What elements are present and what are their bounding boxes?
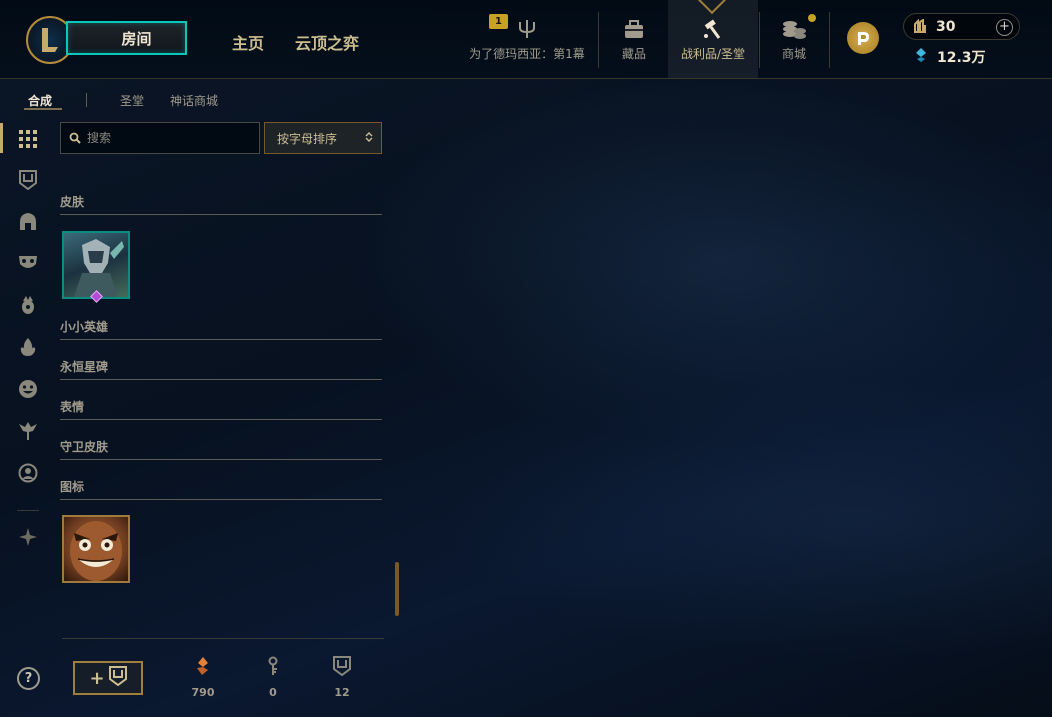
buy-rp-button[interactable]: + [996, 19, 1013, 36]
key-counter: 0 [253, 656, 293, 699]
subnav-divider [86, 93, 87, 107]
category-eternals[interactable]: 永恒星碑 [60, 358, 382, 380]
blue-essence-icon [914, 47, 928, 67]
riot-points-icon [912, 18, 928, 39]
rail-mythic-icon[interactable] [16, 525, 40, 549]
nav-collection[interactable]: 藏品 [604, 0, 664, 78]
rail-divider [17, 510, 39, 511]
nav-store[interactable]: 商城 [764, 0, 824, 78]
pass-logo-icon [858, 32, 869, 45]
search-box[interactable] [60, 122, 260, 154]
help-button[interactable]: ? [17, 667, 40, 690]
loot-label: 战利品/圣堂 [680, 46, 746, 61]
rail-flame-icon[interactable] [16, 335, 40, 359]
rail-mask-icon[interactable] [16, 251, 40, 275]
rail-profile-icon[interactable] [16, 461, 40, 485]
play-button[interactable]: 房间 [66, 21, 187, 55]
chest-value: 12 [334, 686, 350, 699]
tab-sanctum[interactable]: 圣堂 [120, 92, 144, 109]
mission-badge: 1 [489, 14, 508, 29]
category-divider [60, 419, 382, 420]
riot-points-value: 30 [936, 19, 956, 35]
category-skins[interactable]: 皮肤 [60, 193, 382, 215]
key-value: 0 [269, 686, 277, 699]
category-title: 图标 [60, 480, 85, 494]
category-ward-skins[interactable]: 守卫皮肤 [60, 438, 382, 460]
search-input[interactable] [87, 131, 247, 145]
category-emotes[interactable]: 表情 [60, 398, 382, 420]
rail-ward-icon[interactable] [16, 419, 40, 443]
category-title: 小小英雄 [60, 320, 109, 334]
category-divider [60, 379, 382, 380]
nav-tft[interactable]: 云顶之弈 [295, 30, 359, 54]
rail-active-indicator [0, 123, 3, 153]
category-little-legends[interactable]: 小小英雄 [60, 318, 382, 340]
list-scrollbar[interactable] [395, 562, 399, 616]
collection-bag-icon [621, 17, 647, 41]
nav-divider [759, 12, 760, 68]
summoner-icon-tile[interactable] [62, 515, 130, 583]
mission-label: 为了德玛西亚：第1幕 [469, 46, 585, 61]
sort-dropdown[interactable]: 按字母排序 [264, 122, 382, 154]
category-title: 永恒星碑 [60, 360, 109, 374]
trident-icon [514, 17, 540, 41]
chest-counter: 12 [322, 656, 362, 699]
coins-icon [781, 17, 807, 41]
category-divider [60, 339, 382, 340]
category-divider [60, 459, 382, 460]
orange-essence-counter: 790 [183, 656, 223, 699]
hammer-icon [700, 17, 726, 41]
rail-champion-helmet-icon[interactable] [16, 210, 40, 234]
blue-essence-value: 12.3万 [937, 50, 986, 66]
orange-essence-value: 790 [191, 686, 215, 699]
league-logo-icon [42, 28, 58, 52]
nav-home[interactable]: 主页 [232, 30, 264, 54]
tab-crafting[interactable]: 合成 [28, 92, 52, 109]
grinning-face-artwork [70, 521, 122, 581]
chest-icon [333, 656, 351, 680]
sort-label: 按字母排序 [277, 131, 338, 146]
orange-essence-icon [193, 656, 213, 680]
store-label: 商城 [781, 46, 806, 61]
store-notification-dot [808, 14, 816, 22]
rail-emote-face-icon[interactable] [16, 377, 40, 401]
rail-little-legend-icon[interactable] [16, 293, 40, 317]
rail-chest-icon[interactable] [16, 168, 40, 192]
plus-icon: + [89, 667, 105, 689]
category-icons[interactable]: 图标 [60, 478, 382, 500]
category-divider [60, 214, 382, 215]
category-divider [60, 499, 382, 500]
nav-divider [598, 12, 599, 68]
collection-label: 藏品 [621, 46, 646, 61]
category-title: 皮肤 [60, 195, 85, 209]
skin-artwork [74, 239, 124, 297]
key-icon [266, 656, 280, 680]
buy-chest-button[interactable]: + [73, 661, 143, 695]
tab-mythic-shop[interactable]: 神话商城 [170, 92, 218, 109]
pass-icon[interactable] [847, 22, 879, 54]
nav-divider [829, 12, 830, 68]
category-title: 守卫皮肤 [60, 440, 109, 454]
rail-all-grid-icon[interactable] [16, 127, 40, 151]
inventory-divider [62, 638, 384, 639]
sort-arrows-icon [365, 131, 373, 146]
search-icon [69, 129, 81, 148]
nav-missions[interactable]: 为了德玛西亚：第1幕 [466, 0, 588, 78]
category-title: 表情 [60, 400, 85, 414]
active-subtab-underline [24, 108, 62, 110]
chest-icon [108, 665, 127, 691]
